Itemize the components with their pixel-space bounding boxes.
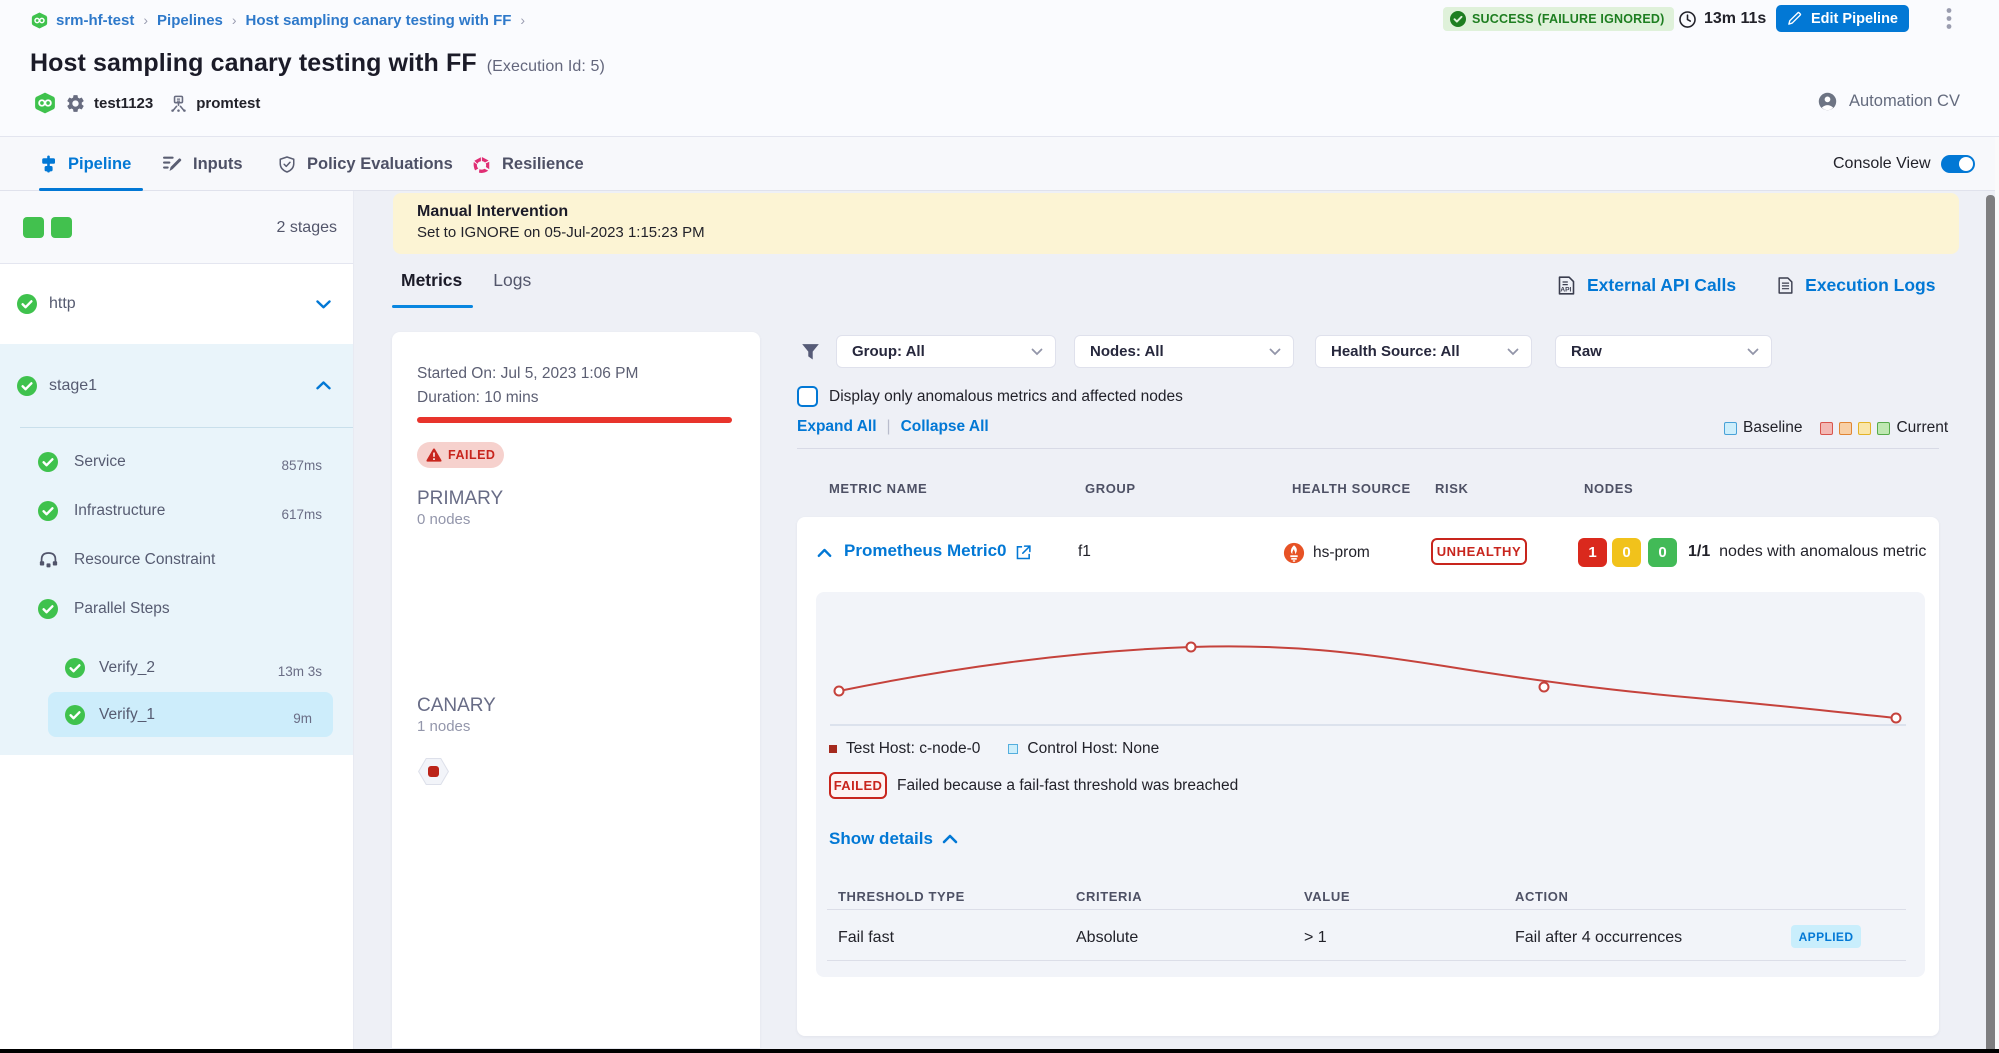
svg-text:API: API bbox=[1560, 287, 1571, 294]
